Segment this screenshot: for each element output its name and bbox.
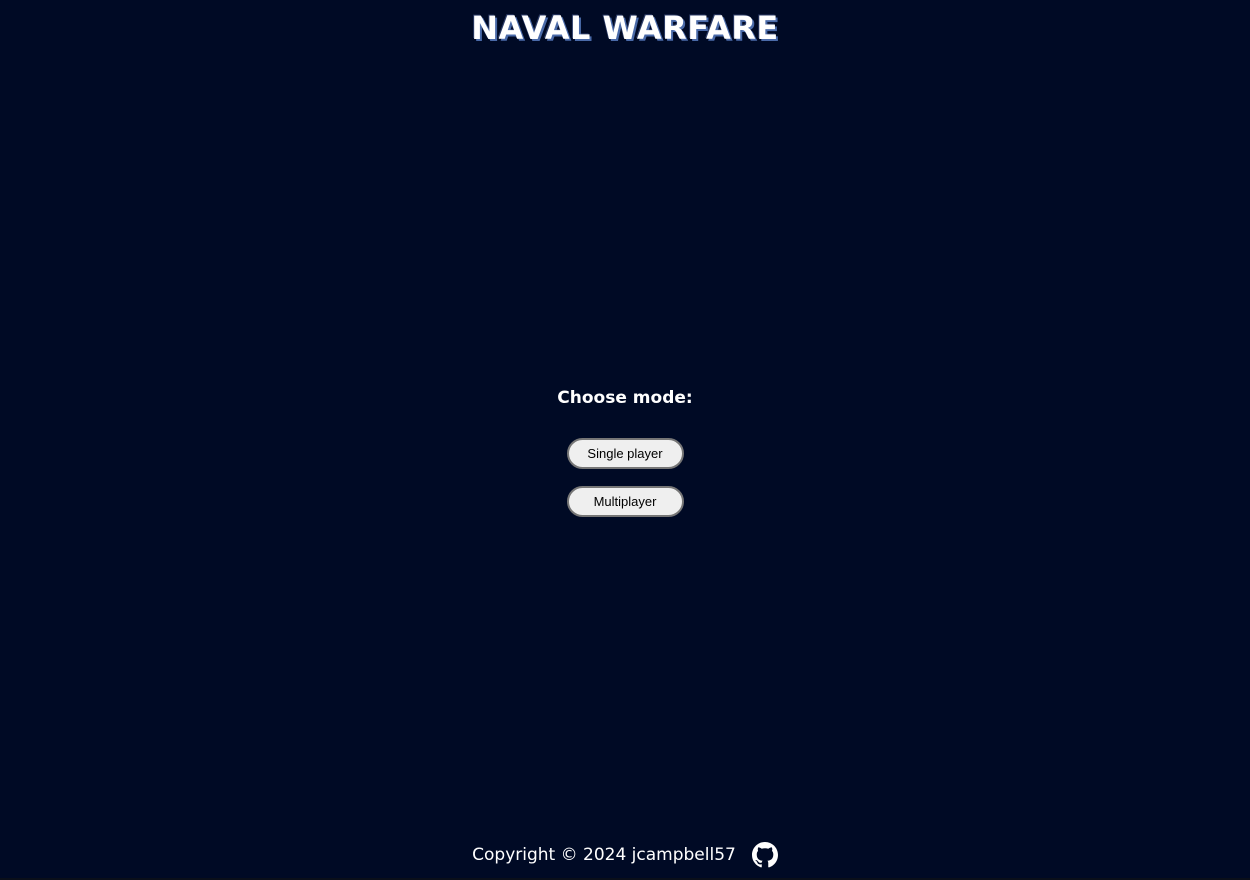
page-title: NAVAL WARFARE — [471, 9, 779, 47]
copyright-text: Copyright © 2024 jcampbell57 — [472, 845, 736, 865]
choose-mode-label: Choose mode: — [557, 388, 693, 408]
footer: Copyright © 2024 jcampbell57 — [0, 840, 1250, 870]
github-icon[interactable] — [751, 842, 778, 868]
mode-select-panel: Choose mode: Single player Multiplayer — [0, 385, 1250, 534]
single-player-button[interactable]: Single player — [566, 438, 684, 469]
multiplayer-button[interactable]: Multiplayer — [566, 486, 684, 517]
